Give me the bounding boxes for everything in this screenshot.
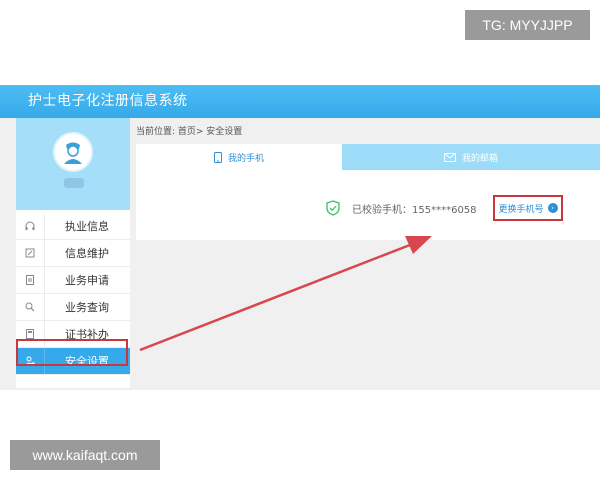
tab-my-email[interactable]: 我的邮箱 xyxy=(342,144,600,170)
sidebar-item-business-query[interactable]: 业务查询 xyxy=(16,294,130,321)
sidebar-item-label: 业务查询 xyxy=(65,301,109,314)
highlight-box-security-settings xyxy=(16,339,128,366)
headset-icon xyxy=(16,213,45,239)
watermark-bottom: www.kaifaqt.com xyxy=(10,440,160,470)
document-icon xyxy=(16,267,45,293)
sidebar-item-practice-info[interactable]: 执业信息 xyxy=(16,213,130,240)
app-title: 护士电子化注册信息系统 xyxy=(28,93,188,109)
avatar[interactable] xyxy=(53,132,93,172)
tab-label: 我的邮箱 xyxy=(461,153,498,164)
watermark-top: TG: MYYJJPP xyxy=(465,10,590,40)
arrow-right-icon: › xyxy=(547,203,558,213)
shield-check-icon xyxy=(326,200,340,216)
mail-icon xyxy=(443,152,456,162)
username-placeholder xyxy=(64,178,84,188)
change-phone-button[interactable]: 更换手机号 › xyxy=(493,195,563,221)
sidebar-item-label: 信息维护 xyxy=(65,247,109,260)
verified-phone-row: 已校验手机：155****6058 xyxy=(326,200,477,216)
change-phone-label: 更换手机号 xyxy=(498,204,544,215)
sidebar-item-label: 业务申请 xyxy=(65,274,109,287)
profile-card xyxy=(16,118,130,210)
phone-icon xyxy=(213,151,222,163)
search-icon xyxy=(16,294,45,320)
security-panel: 我的手机 我的邮箱 已校验手机：155****6058 更换手机号 › xyxy=(136,144,600,240)
verified-phone-text: 已校验手机：155****6058 xyxy=(352,204,477,216)
sidebar-item-label: 执业信息 xyxy=(65,220,109,233)
nurse-avatar-icon xyxy=(64,142,82,164)
edit-icon xyxy=(16,240,45,266)
breadcrumb: 当前位置: 首页> 安全设置 xyxy=(136,127,243,137)
tab-my-phone[interactable]: 我的手机 xyxy=(136,144,342,170)
tab-label: 我的手机 xyxy=(227,153,264,164)
sidebar-item-info-maintain[interactable]: 信息维护 xyxy=(16,240,130,267)
app-header: 护士电子化注册信息系统 xyxy=(0,85,600,118)
sidebar-item-business-apply[interactable]: 业务申请 xyxy=(16,267,130,294)
